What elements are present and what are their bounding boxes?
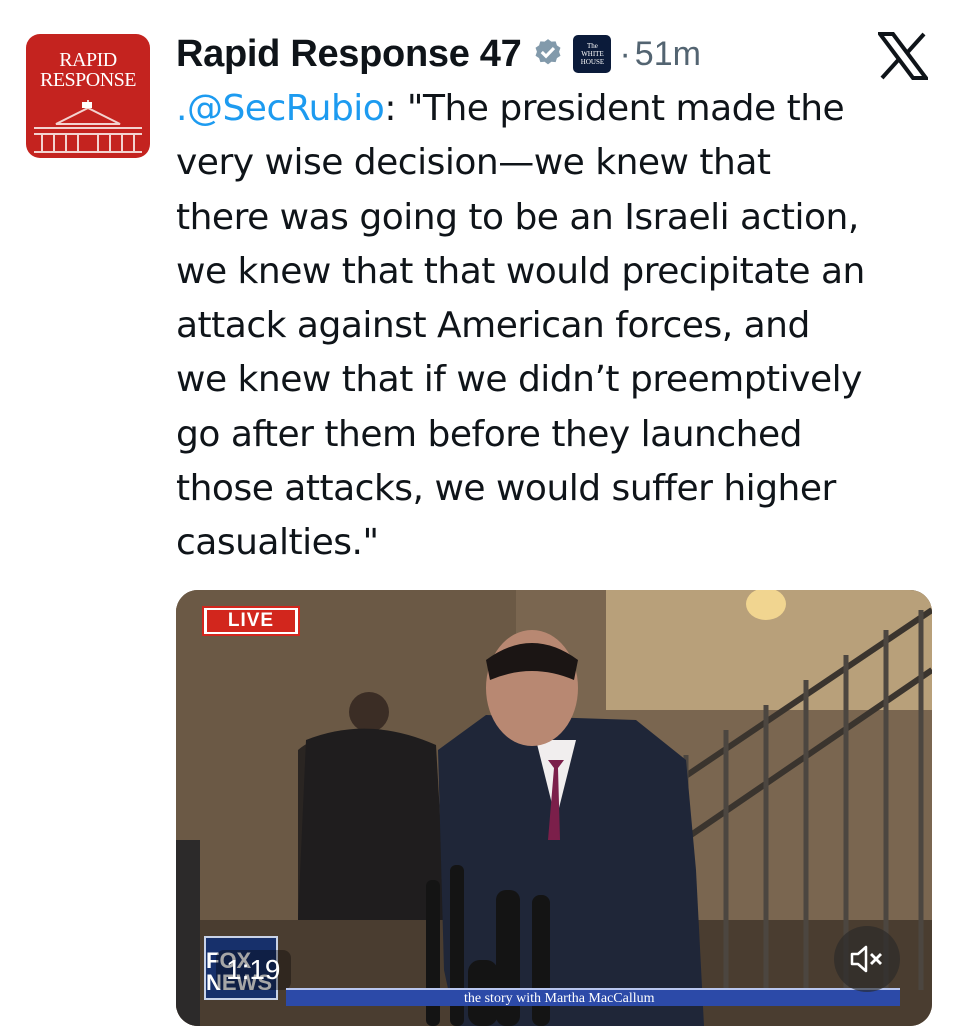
video-player[interactable]: LIVE FOX NEWS 1:19 the story with Martha… — [176, 590, 932, 1026]
affiliation-badge[interactable]: The WHITE HOUSE — [573, 35, 612, 73]
tweet-header: Rapid Response 47 The WHITE HOUSE · 51m — [176, 26, 701, 82]
mention-link[interactable]: .@SecRubio — [176, 88, 385, 129]
speaker-muted-icon — [850, 945, 882, 973]
lower-third-banner: the story with Martha MacCallum — [286, 988, 900, 1006]
verified-badge-icon — [536, 39, 561, 65]
white-house-icon — [34, 100, 142, 153]
video-duration: 1:19 — [216, 950, 291, 990]
timestamp[interactable]: 51m — [635, 35, 701, 74]
live-badge: LIVE — [202, 606, 300, 636]
display-name[interactable]: Rapid Response 47 — [176, 33, 522, 76]
avatar[interactable]: RAPID RESPONSE — [26, 34, 150, 158]
mute-button[interactable] — [834, 926, 900, 992]
avatar-logo-text: RAPID RESPONSE — [39, 49, 137, 91]
tweet-text: .@SecRubio: "The president made the very… — [176, 82, 936, 571]
tweet-body: : "The president made the very wise deci… — [176, 88, 865, 564]
x-logo-icon[interactable] — [878, 32, 928, 80]
separator-dot: · — [619, 34, 631, 73]
